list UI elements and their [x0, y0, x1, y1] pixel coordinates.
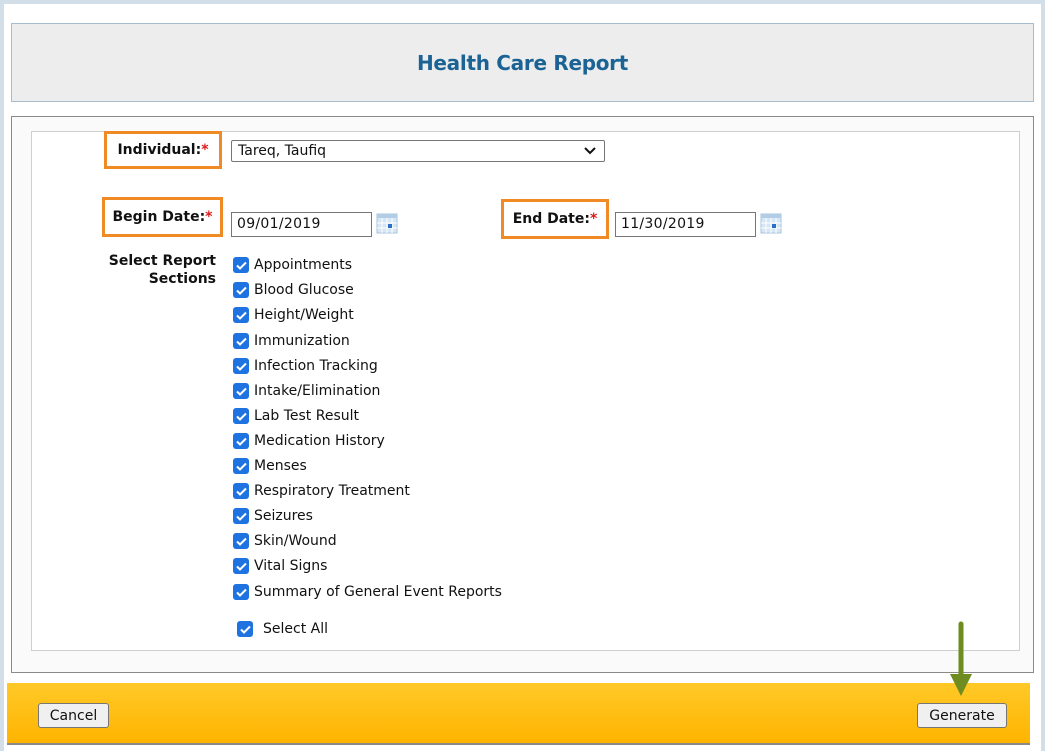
end-date-label: End Date: *: [501, 199, 609, 239]
report-header: Health Care Report: [11, 23, 1034, 102]
section-label: Lab Test Result: [254, 408, 359, 424]
individual-select[interactable]: Tareq, Taufiq: [231, 140, 605, 162]
section-checkbox-vital-signs[interactable]: Vital Signs: [233, 558, 327, 574]
section-label: Menses: [254, 458, 307, 474]
section-label: Skin/Wound: [254, 533, 337, 549]
begin-date-input[interactable]: 09/01/2019: [231, 212, 372, 237]
individual-label-text: Individual:: [117, 142, 202, 158]
select-report-sections-label: Select Report Sections: [94, 252, 216, 288]
checkbox-checked-icon[interactable]: [233, 257, 249, 273]
section-label: Respiratory Treatment: [254, 483, 410, 499]
section-checkbox-infection-tracking[interactable]: Infection Tracking: [233, 358, 378, 374]
cancel-button[interactable]: Cancel: [38, 703, 109, 728]
action-footer: [7, 683, 1030, 745]
section-label: Summary of General Event Reports: [254, 584, 502, 600]
individual-label: Individual: *: [104, 131, 222, 169]
section-checkbox-medication-history[interactable]: Medication History: [233, 433, 385, 449]
chevron-down-icon: [582, 143, 598, 159]
checkbox-checked-icon[interactable]: [233, 483, 249, 499]
checkbox-checked-icon[interactable]: [233, 508, 249, 524]
section-checkbox-summary-general-event-reports[interactable]: Summary of General Event Reports: [233, 584, 502, 600]
begin-date-label: Begin Date: *: [102, 197, 223, 237]
checkbox-checked-icon[interactable]: [233, 383, 249, 399]
calendar-icon[interactable]: [760, 212, 782, 234]
required-marker: *: [201, 142, 209, 158]
section-label: Appointments: [254, 257, 353, 273]
checkbox-checked-icon[interactable]: [233, 458, 249, 474]
section-checkbox-seizures[interactable]: Seizures: [233, 508, 313, 524]
select-all-checkbox[interactable]: Select All: [237, 621, 328, 637]
checkbox-checked-icon[interactable]: [233, 358, 249, 374]
checkbox-checked-icon[interactable]: [233, 333, 249, 349]
checkbox-checked-icon[interactable]: [233, 408, 249, 424]
required-marker: *: [205, 209, 213, 225]
page: Health Care Report: [4, 4, 1041, 751]
checkbox-checked-icon[interactable]: [237, 621, 253, 637]
section-label: Seizures: [254, 508, 313, 524]
generate-button[interactable]: Generate: [917, 703, 1007, 728]
sections-label-line1: Select Report: [108, 253, 216, 269]
section-checkbox-skin-wound[interactable]: Skin/Wound: [233, 533, 337, 549]
checkbox-checked-icon[interactable]: [233, 282, 249, 298]
section-label: Vital Signs: [254, 558, 328, 574]
required-marker: *: [589, 211, 598, 227]
section-label: Intake/Elimination: [254, 383, 381, 399]
section-checkbox-intake-elimination[interactable]: Intake/Elimination: [233, 383, 380, 399]
section-label: Immunization: [254, 333, 350, 349]
section-checkbox-lab-test-result[interactable]: Lab Test Result: [233, 408, 359, 424]
section-checkbox-appointments[interactable]: Appointments: [233, 257, 352, 273]
checkbox-checked-icon[interactable]: [233, 433, 249, 449]
section-checkbox-respiratory-treatment[interactable]: Respiratory Treatment: [233, 483, 410, 499]
annotation-arrow-icon: [948, 620, 974, 698]
section-label: Blood Glucose: [254, 282, 354, 298]
section-label: Medication History: [254, 433, 385, 449]
checkbox-checked-icon[interactable]: [233, 307, 249, 323]
sections-label-line2: Sections: [148, 271, 216, 287]
end-date-label-text: End Date:: [512, 211, 590, 227]
select-all-label: Select All: [263, 621, 328, 637]
section-checkbox-menses[interactable]: Menses: [233, 458, 307, 474]
end-date-input[interactable]: 11/30/2019: [615, 212, 756, 237]
page-title: Health Care Report: [416, 50, 629, 75]
section-label: Infection Tracking: [254, 358, 378, 374]
section-checkbox-immunization[interactable]: Immunization: [233, 333, 350, 349]
checkbox-checked-icon[interactable]: [233, 533, 249, 549]
checkbox-checked-icon[interactable]: [233, 584, 249, 600]
checkbox-checked-icon[interactable]: [233, 558, 249, 574]
section-checkbox-height-weight[interactable]: Height/Weight: [233, 307, 354, 323]
calendar-icon[interactable]: [376, 212, 398, 234]
begin-date-label-text: Begin Date:: [112, 209, 206, 225]
section-label: Height/Weight: [254, 307, 354, 323]
individual-select-value: Tareq, Taufiq: [238, 143, 327, 159]
section-checkbox-blood-glucose[interactable]: Blood Glucose: [233, 282, 354, 298]
